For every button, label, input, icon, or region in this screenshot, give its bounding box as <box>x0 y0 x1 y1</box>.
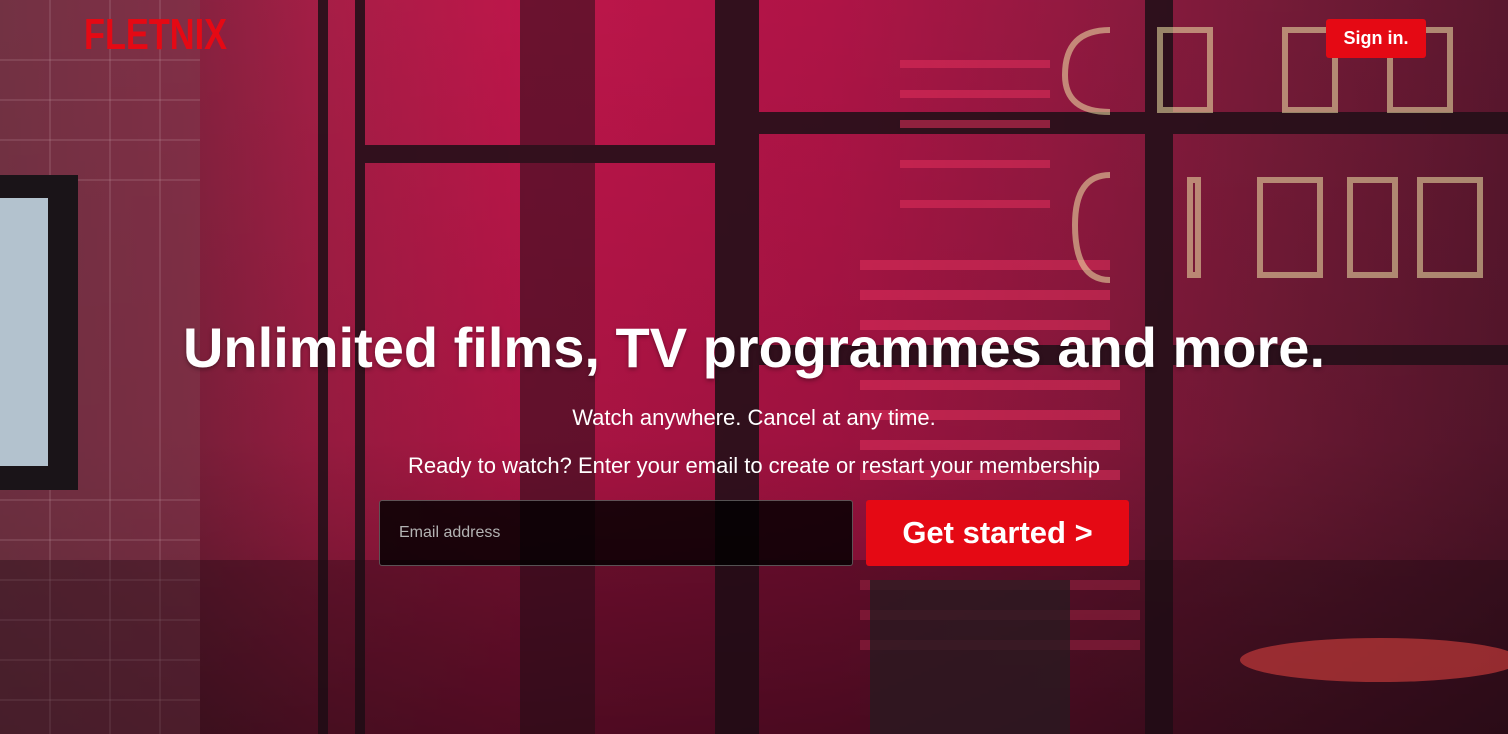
sign-in-button[interactable]: Sign in. <box>1326 19 1426 58</box>
landing-page: FLETNIX Sign in. Unlimited films, TV pro… <box>0 0 1508 734</box>
brand-logo[interactable]: FLETNIX <box>84 12 227 58</box>
email-input[interactable] <box>379 500 853 566</box>
get-started-button[interactable]: Get started > <box>866 500 1129 566</box>
hero-headline: Unlimited films, TV programmes and more. <box>182 316 1325 379</box>
email-prompt: Ready to watch? Enter your email to crea… <box>407 453 1101 478</box>
hero-subtitle: Watch anywhere. Cancel at any time. <box>572 405 936 430</box>
